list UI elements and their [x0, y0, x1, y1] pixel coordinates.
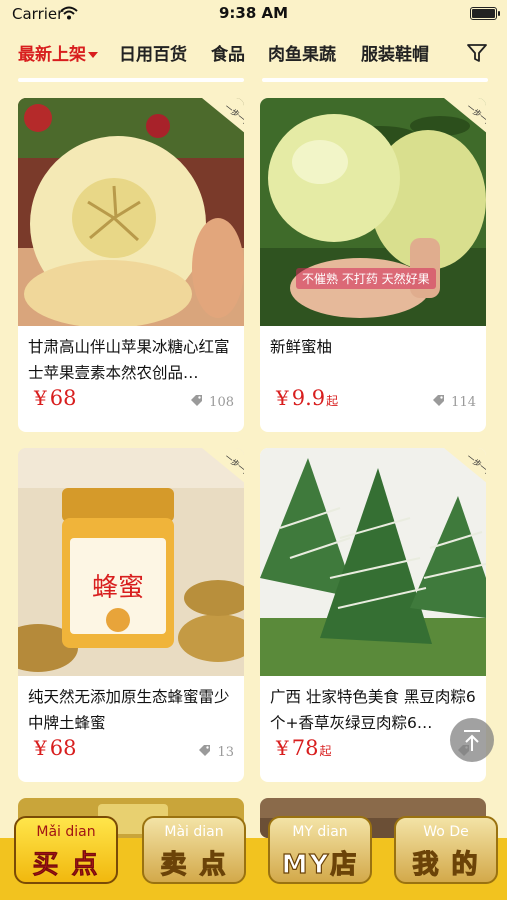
nav-pinyin: Mǎi dian [36, 824, 96, 840]
nav-label: MY店 [281, 849, 359, 880]
jar-label: 蜂蜜 [92, 573, 144, 603]
tab-latest[interactable]: 最新上架 [18, 40, 98, 65]
product-title: 纯天然无添加原生态蜂蜜雷少中牌土蜂蜜 [28, 688, 230, 732]
nav-label: 卖 点 [160, 849, 228, 880]
product-price: ¥78起 [276, 736, 331, 760]
sold-value: 108 [209, 395, 234, 410]
nav-mine[interactable]: Wo De 我 的 [394, 816, 498, 884]
scroll-to-top-icon [464, 730, 480, 751]
nav-sell[interactable]: Mài dian 卖 点 [142, 816, 246, 884]
tag-icon [198, 744, 211, 761]
sold-value: 114 [451, 395, 476, 410]
tab-meat-fruit-veg[interactable]: 肉鱼果蔬 [268, 40, 336, 65]
tag-icon [432, 394, 445, 411]
product-card[interactable]: 一步一品 甘肃高山伴山苹果冰糖心红富士苹果壹素本然农创品… ¥68 108 [18, 98, 244, 432]
product-price: ¥68 [34, 736, 76, 760]
sold-count: 13 [198, 744, 234, 761]
nav-label: 买 点 [32, 850, 100, 881]
bottom-navigation: Mǎi dian 买 点 Mài dian 卖 点 MY dian MY店 Wo… [0, 816, 507, 900]
product-title: 广西 壮家特色美食 黑豆肉粽6个+香草灰绿豆肉粽6… [270, 688, 476, 732]
product-card[interactable]: 蜂蜜 一步一品 纯天然无添加原生态蜂蜜雷少中牌土蜂蜜 ¥68 13 [18, 448, 244, 782]
product-card[interactable]: 不催熟 不打药 天然好果 一步一品 新鲜蜜柚 ¥9.9起 114 [260, 98, 486, 432]
clock: 9:38 AM [218, 4, 289, 22]
photo-caption: 不催熟 不打药 天然好果 [296, 268, 436, 289]
currency-symbol: ¥ [34, 386, 47, 410]
price-value: 78 [291, 736, 319, 760]
nav-pinyin: Mài dian [164, 824, 224, 840]
scroll-to-top-button[interactable] [450, 718, 494, 762]
caret-down-icon [88, 52, 98, 58]
product-price: ¥68 [34, 386, 76, 410]
product-price: ¥9.9起 [276, 386, 338, 410]
card-edge [262, 78, 488, 82]
nav-buy[interactable]: Mǎi dian 买 点 [14, 816, 118, 884]
product-title: 甘肃高山伴山苹果冰糖心红富士苹果壹素本然农创品… [28, 338, 230, 382]
sold-count: 108 [190, 394, 234, 411]
nav-pinyin: MY dian [292, 824, 348, 840]
price-value: 68 [49, 736, 77, 760]
tab-clothing[interactable]: 服装鞋帽 [361, 40, 429, 65]
brand-corner-badge: 一步一品 [444, 448, 486, 484]
nav-my-store[interactable]: MY dian MY店 [268, 816, 372, 884]
price-value: 68 [49, 386, 77, 410]
nav-label: 我 的 [412, 849, 480, 880]
nav-pinyin: Wo De [423, 824, 469, 840]
sold-count: 114 [432, 394, 476, 411]
filter-icon[interactable] [466, 42, 488, 68]
brand-corner-badge: 一步一品 [202, 448, 244, 484]
price-from-label: 起 [319, 744, 332, 758]
currency-symbol: ¥ [34, 736, 47, 760]
price-value: 9.9 [291, 386, 326, 410]
price-from-label: 起 [326, 394, 339, 408]
tab-daily-goods[interactable]: 日用百货 [119, 40, 187, 65]
tab-food[interactable]: 食品 [211, 40, 245, 65]
status-bar: Carrier 9:38 AM [0, 0, 507, 30]
battery-icon [470, 7, 500, 20]
sold-value: 13 [217, 745, 234, 760]
currency-symbol: ¥ [276, 386, 289, 410]
currency-symbol: ¥ [276, 736, 289, 760]
tab-label: 最新上架 [18, 45, 86, 65]
tag-icon [190, 394, 203, 411]
card-edge [18, 78, 244, 82]
brand-corner-badge: 一步一品 [444, 98, 486, 134]
category-tabs: 最新上架 日用百货 食品 肉鱼果蔬 服装鞋帽 [0, 30, 507, 76]
product-title: 新鲜蜜柚 [270, 338, 333, 356]
brand-corner-badge: 一步一品 [202, 98, 244, 134]
